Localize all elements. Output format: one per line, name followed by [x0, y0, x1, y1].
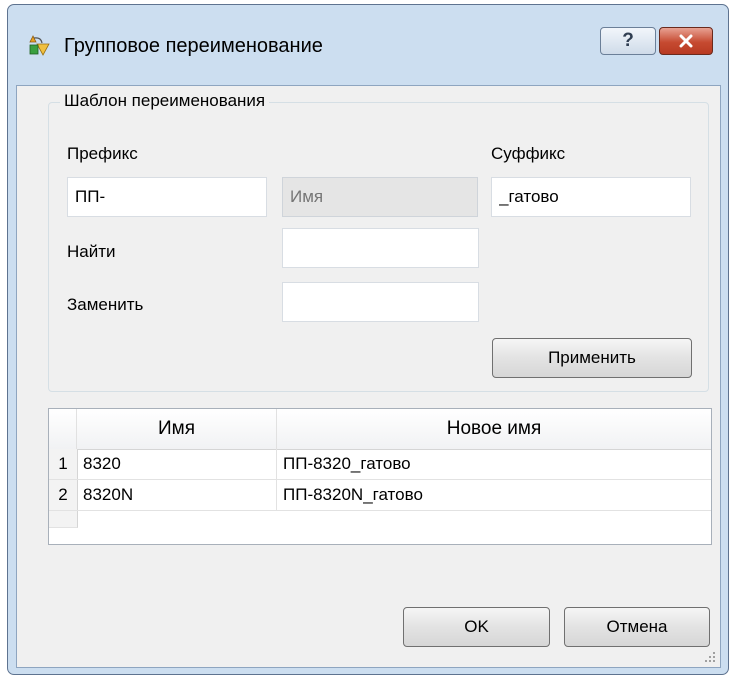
column-header-name[interactable]: Имя — [77, 409, 277, 449]
dialog-window: Групповое переименование ? Шаблон переим… — [7, 4, 729, 675]
rename-table: Имя Новое имя 1 8320 ПП-8320_гатово 2 83… — [48, 408, 712, 545]
groupbox-title: Шаблон переименования — [60, 91, 270, 111]
find-label: Найти — [67, 242, 116, 261]
column-header-new-name[interactable]: Новое имя — [277, 409, 711, 449]
window-title: Групповое переименование — [64, 35, 323, 57]
empty-row-marker — [49, 511, 78, 528]
title-bar[interactable]: Групповое переименование ? — [8, 5, 728, 85]
name-input — [282, 177, 478, 217]
table-row[interactable]: 1 8320 ПП-8320_гатово — [49, 449, 711, 480]
header-corner — [49, 409, 77, 449]
cell-new-name[interactable]: ПП-8320N_гатово — [277, 480, 711, 510]
close-icon — [679, 34, 693, 48]
find-input[interactable] — [282, 228, 479, 268]
ok-button[interactable]: OK — [403, 607, 550, 647]
prefix-label: Префикс — [67, 144, 138, 163]
cell-name[interactable]: 8320 — [77, 449, 277, 479]
dialog-content: Шаблон переименования Префикс Суффикс На… — [16, 85, 721, 668]
close-button[interactable] — [659, 27, 713, 55]
help-icon: ? — [622, 30, 634, 51]
prefix-input[interactable] — [67, 177, 267, 217]
suffix-input[interactable] — [491, 177, 691, 217]
cell-name[interactable]: 8320N — [77, 480, 277, 510]
replace-input[interactable] — [282, 282, 479, 322]
help-button[interactable]: ? — [600, 27, 656, 55]
apply-button[interactable]: Применить — [492, 338, 692, 378]
rename-icon — [29, 35, 50, 56]
resize-grip-icon[interactable] — [703, 650, 717, 664]
table-row[interactable]: 2 8320N ПП-8320N_гатово — [49, 480, 711, 511]
cancel-button[interactable]: Отмена — [564, 607, 710, 647]
table-header: Имя Новое имя — [49, 409, 711, 450]
row-number: 2 — [49, 480, 78, 510]
row-number: 1 — [49, 449, 78, 479]
cell-new-name[interactable]: ПП-8320_гатово — [277, 449, 711, 479]
suffix-label: Суффикс — [491, 144, 566, 163]
replace-label: Заменить — [67, 295, 144, 314]
